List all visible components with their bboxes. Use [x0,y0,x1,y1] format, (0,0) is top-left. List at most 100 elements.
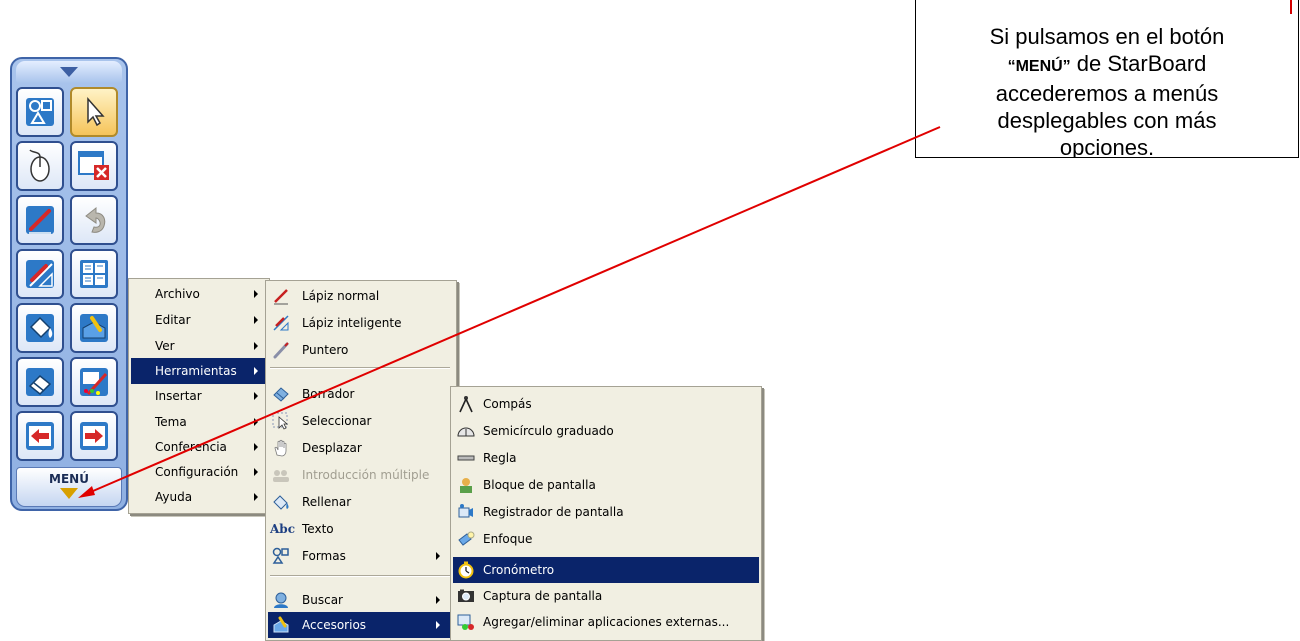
main-menu: Archivo Editar Ver Herramientas Insertar… [128,278,270,514]
submenu-arrow-icon [254,493,258,501]
eraser-icon [273,387,289,402]
callout-line-4: desplegables con más [997,108,1217,133]
triangle-down-icon [60,488,78,499]
shapes-icon [26,98,54,126]
protractor-icon [457,427,475,437]
menu-item-registrador-de-pantalla[interactable]: Registrador de pantalla [453,499,759,525]
shapes-icon [272,547,289,564]
menu-item-semicirculo-graduado[interactable]: Semicírculo graduado [453,418,759,444]
menu-item-editar[interactable]: Editar [131,307,267,333]
pen-icon [274,289,288,305]
compass-icon [459,396,473,413]
text-icon: Abc [270,522,296,536]
screen-block-icon [460,478,472,493]
submenu-arrow-icon [254,316,258,324]
menu-item-regla[interactable]: Regla [453,445,759,471]
menu-item-tema[interactable]: Tema [131,409,267,435]
menu-item-ayuda[interactable]: Ayuda [131,484,267,510]
callout-line-3: accederemos a menús [995,81,1219,106]
multi-input-icon [273,470,289,482]
fill-bucket-icon [26,314,54,342]
undo-button[interactable] [70,195,118,245]
submenu-arrow-icon [254,443,258,451]
fill-bucket-icon [273,495,289,510]
callout-line-5: opciones. [1059,135,1155,158]
menu-item-conferencia[interactable]: Conferencia [131,434,267,460]
stopwatch-icon [458,561,474,579]
menu-separator [270,367,450,369]
menu-item-lapiz-normal[interactable]: Lápiz normal [268,283,454,309]
menu-item-bloque-de-pantalla[interactable]: Bloque de pantalla [453,472,759,498]
toolbox-icon [80,314,108,342]
tools-box-button[interactable] [70,303,118,353]
toolbar-collapse-button[interactable] [16,61,122,83]
smart-pen-button[interactable] [16,249,64,299]
ruler-icon [457,455,475,461]
menu-item-rellenar[interactable]: Rellenar [268,489,454,515]
mouse-icon [29,149,50,182]
edit-tools-button[interactable] [70,357,118,407]
menu-item-agregar-eliminar-aplicaciones[interactable]: Agregar/eliminar aplicaciones externas..… [453,609,759,635]
menu-item-lapiz-inteligente[interactable]: Lápiz inteligente [268,310,454,336]
eraser-icon [26,368,54,396]
fill-button[interactable] [16,303,64,353]
previous-page-button[interactable] [16,411,64,461]
menu-item-texto[interactable]: Abc Texto [268,516,454,542]
menu-item-cronometro[interactable]: Cronómetro [453,557,759,583]
menu-item-enfoque[interactable]: Enfoque [453,526,759,552]
menu-item-desplazar[interactable]: Desplazar [268,435,454,461]
accessories-submenu: Compás Semicírculo graduado Regla Bloque… [450,386,762,641]
smart-pen-icon [26,260,54,288]
menu-item-ver[interactable]: Ver [131,333,267,359]
hand-icon [274,439,287,457]
submenu-arrow-icon [436,552,440,560]
submenu-arrow-icon [254,290,258,298]
layout-icon [80,260,108,288]
search-icon [274,592,288,608]
menu-item-formas[interactable]: Formas [268,543,454,569]
tools-submenu: Lápiz normal Lápiz inteligente Puntero B… [265,280,457,641]
select-pointer-button[interactable] [70,87,118,137]
menu-item-configuracion[interactable]: Configuración [131,459,267,485]
eraser-button[interactable] [16,357,64,407]
edit-palette-icon [80,368,108,396]
pen-icon [26,206,54,234]
add-remove-apps-icon [457,614,474,630]
callout-keyword: “MENÚ” [1007,58,1071,75]
triangle-down-icon [60,67,78,77]
menu-item-herramientas[interactable]: Herramientas [131,358,267,384]
submenu-arrow-icon [254,367,258,375]
menu-item-insertar[interactable]: Insertar [131,383,267,409]
menu-item-puntero[interactable]: Puntero [268,337,454,363]
menu-item-introduccion-multiple[interactable]: Introducción múltiple [268,462,454,488]
submenu-arrow-icon [436,596,440,604]
previous-page-icon [26,422,54,450]
pen-button[interactable] [16,195,64,245]
close-window-button[interactable] [70,141,118,191]
select-icon [272,412,289,430]
callout-pointer-mark [1290,0,1292,14]
menu-item-accesorios[interactable]: Accesorios [268,612,454,638]
starboard-toolbar: MENÚ [10,57,128,511]
screen-recorder-icon [458,504,473,518]
shapes-button[interactable] [16,87,64,137]
pointer-icon [273,342,289,359]
submenu-arrow-icon [254,342,258,350]
callout-line-1: Si pulsamos en el botón [989,24,1225,49]
menu-item-captura-de-pantalla[interactable]: Captura de pantalla [453,583,759,609]
menu-item-borrador[interactable]: Borrador [268,381,454,407]
menu-button[interactable]: MENÚ [16,467,122,507]
submenu-arrow-icon [254,392,258,400]
next-page-button[interactable] [70,411,118,461]
submenu-arrow-icon [254,418,258,426]
undo-icon [85,206,106,233]
mouse-mode-button[interactable] [16,141,64,191]
spotlight-icon [458,531,475,546]
menu-item-archivo[interactable]: Archivo [131,281,267,307]
menu-item-compas[interactable]: Compás [453,391,759,417]
menu-item-seleccionar[interactable]: Seleccionar [268,408,454,434]
callout-line-2: de StarBoard [1070,51,1207,76]
menu-separator [270,575,450,577]
page-layout-button[interactable] [70,249,118,299]
menu-item-buscar[interactable]: Buscar [268,587,454,613]
